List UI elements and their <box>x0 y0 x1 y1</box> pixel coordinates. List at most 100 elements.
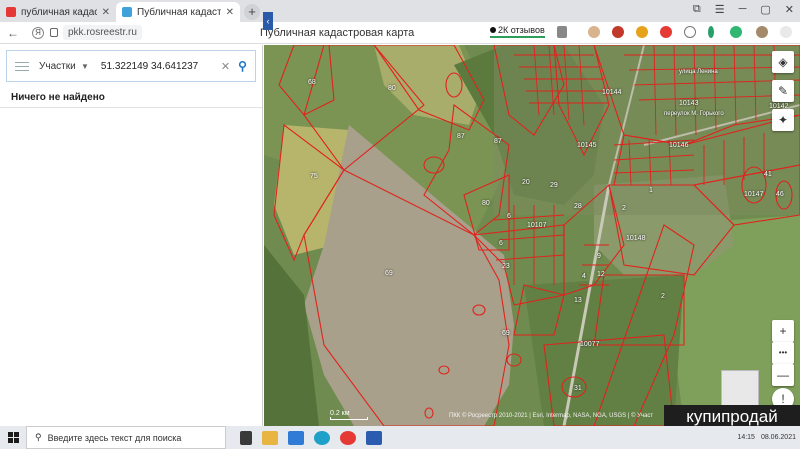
street-label: переулок М. Горького <box>664 111 724 117</box>
windows-logo-icon <box>7 432 19 443</box>
parcel-label[interactable]: 9 <box>597 253 601 260</box>
back-icon[interactable]: ← <box>4 26 22 40</box>
parcel-label[interactable]: 10144 <box>602 89 621 96</box>
new-tab-button[interactable]: + <box>244 4 260 20</box>
close-window-icon[interactable]: ✕ <box>785 3 794 16</box>
parcel-label[interactable]: 20 <box>522 179 530 186</box>
parcel-label[interactable]: 10147 <box>744 191 763 198</box>
clock-time[interactable]: 14:15 <box>737 434 755 441</box>
parcel-label[interactable]: 75 <box>310 173 318 180</box>
parcel-label[interactable]: 68 <box>308 79 316 86</box>
parcel-label[interactable]: 69 <box>502 330 510 337</box>
parcel-label[interactable]: 46 <box>776 191 784 198</box>
green-extension-icon[interactable] <box>730 26 742 38</box>
ruler-icon[interactable]: ✎ <box>772 80 794 102</box>
collapse-panel-button[interactable]: ‹ <box>263 12 273 30</box>
task-view-icon[interactable] <box>240 430 252 445</box>
parcel-label[interactable]: 13 <box>574 297 582 304</box>
dollar-extension-icon[interactable] <box>684 26 696 38</box>
search-icon: ⚲ <box>35 432 42 442</box>
bookmark-page-icon[interactable] <box>557 26 567 38</box>
menu-icon[interactable] <box>15 61 29 71</box>
parcel-label[interactable]: 10145 <box>577 142 596 149</box>
parcel-label[interactable]: 10148 <box>626 235 645 242</box>
download-icon[interactable] <box>780 26 792 38</box>
tab-title: публичная кадастровая к <box>21 6 97 18</box>
scale-line <box>330 417 368 420</box>
tab-kadastr-map[interactable]: Публичная кадастровая ✕ <box>116 2 240 22</box>
divider <box>0 107 262 108</box>
layers-icon[interactable]: ◈ <box>772 51 794 73</box>
parcel-label[interactable]: 2 <box>622 205 626 212</box>
parcel-label[interactable]: 87 <box>457 133 465 140</box>
reviews-badge[interactable]: 2К отзывов <box>490 25 545 38</box>
parcel-label[interactable]: 80 <box>388 85 396 92</box>
profile-avatar[interactable] <box>756 26 768 38</box>
street-label: улица Ленина <box>679 69 718 75</box>
alert-extension-icon[interactable] <box>660 26 672 38</box>
more-tools-button[interactable]: ••• <box>772 342 794 364</box>
page-title: Публичная кадастровая карта <box>260 26 415 39</box>
taskbar: ⚲ Введите здесь текст для поиска 14:15 0… <box>0 426 800 449</box>
parcel-label[interactable]: 6 <box>507 213 511 220</box>
parcel-label[interactable]: 10146 <box>669 142 688 149</box>
satellite-map-layer <box>264 45 800 426</box>
orange-extension-icon[interactable] <box>636 26 648 38</box>
compass-icon[interactable]: ✦ <box>772 109 794 131</box>
tabs-menu-icon[interactable]: ☰ <box>715 3 725 16</box>
scale-bar: 0.2 км <box>330 410 368 420</box>
parcel-label[interactable]: 4 <box>582 273 586 280</box>
scale-label: 0.2 км <box>330 410 350 417</box>
search-input[interactable]: 51.322149 34.641237 <box>101 61 211 72</box>
parcel-label[interactable]: 29 <box>550 182 558 189</box>
dog-extension-icon[interactable] <box>588 26 600 38</box>
yandex-icon[interactable]: Я <box>32 26 44 39</box>
parcel-label[interactable]: 2 <box>661 293 665 300</box>
parcel-label[interactable]: 69 <box>385 270 393 277</box>
parcel-label[interactable]: 10077 <box>580 341 599 348</box>
parcel-label[interactable]: 10107 <box>527 222 546 229</box>
parcel-label[interactable]: 28 <box>574 203 582 210</box>
overview-minimap[interactable] <box>721 370 759 406</box>
yandex-browser-icon[interactable] <box>340 430 356 445</box>
parcel-label[interactable]: 12 <box>597 271 605 278</box>
tab-rosreestr-search[interactable]: публичная кадастровая к ✕ <box>0 2 116 22</box>
cadastral-map[interactable]: 68 80 87 87 75 80 69 69 20 29 28 6 6 23 … <box>264 45 800 426</box>
close-tab-icon[interactable]: ✕ <box>102 7 110 18</box>
bookmark-icon[interactable]: ⧉ <box>693 3 701 16</box>
chevron-down-icon[interactable]: ▼ <box>81 62 89 71</box>
mail-icon[interactable] <box>288 430 304 445</box>
zoom-in-button[interactable]: + <box>772 320 794 342</box>
yandex-favicon-icon <box>6 7 16 17</box>
file-explorer-icon[interactable] <box>262 430 278 445</box>
parcel-label[interactable]: 41 <box>764 171 772 178</box>
minimize-icon[interactable]: ─ <box>739 3 747 16</box>
parcel-label[interactable]: 31 <box>574 385 582 392</box>
key-extension-icon[interactable] <box>708 26 714 38</box>
watermark-logo: купипродай <box>664 405 800 426</box>
parcel-label[interactable]: 10143 <box>679 100 698 107</box>
taskbar-search-input[interactable]: ⚲ Введите здесь текст для поиска <box>26 426 226 449</box>
start-button[interactable] <box>0 426 26 449</box>
zoom-out-button[interactable]: — <box>772 364 794 386</box>
search-bar: Участки ▼ 51.322149 34.641237 ✕ ⚲ <box>6 50 256 82</box>
search-type-select[interactable]: Участки <box>39 61 77 72</box>
clock-date[interactable]: 08.06.2021 <box>761 434 796 441</box>
search-icon[interactable]: ⚲ <box>238 59 247 73</box>
parcel-label[interactable]: 1 <box>649 187 653 194</box>
red-extension-icon[interactable] <box>612 26 624 38</box>
url-text[interactable]: pkk.rosreestr.ru <box>63 25 142 40</box>
clear-icon[interactable]: ✕ <box>221 60 230 73</box>
maximize-icon[interactable]: ▢ <box>760 3 770 16</box>
search-result-message: Ничего не найдено <box>11 92 105 103</box>
reviews-dot-icon <box>490 27 496 33</box>
parcel-label[interactable]: 23 <box>502 263 510 270</box>
system-tray: 14:15 08.06.2021 <box>737 426 796 449</box>
url-box[interactable]: pkk.rosreestr.ru <box>50 25 142 40</box>
edge-icon[interactable] <box>314 430 330 445</box>
parcel-label[interactable]: 6 <box>499 240 503 247</box>
word-icon[interactable] <box>366 430 382 445</box>
parcel-label[interactable]: 80 <box>482 200 490 207</box>
parcel-label[interactable]: 87 <box>494 138 502 145</box>
close-tab-icon[interactable]: ✕ <box>226 7 234 18</box>
